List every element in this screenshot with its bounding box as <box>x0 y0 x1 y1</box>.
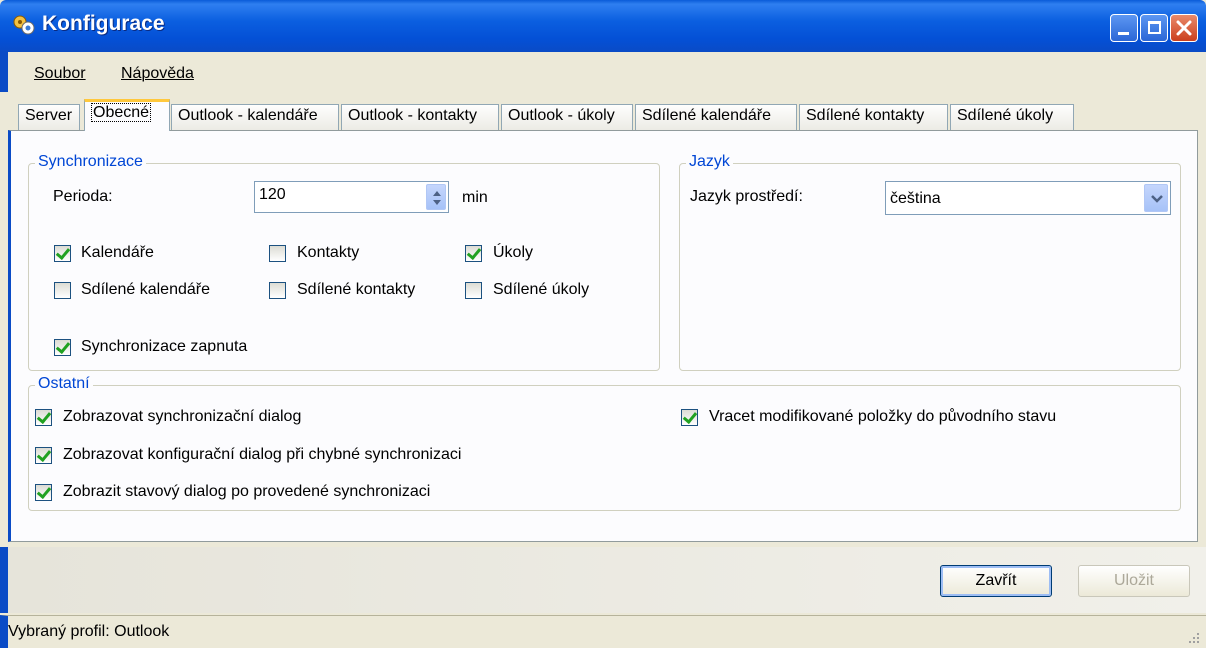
checkbox-show-config-dialog-label[interactable]: Zobrazovat konfigurační dialog při chybn… <box>63 446 461 464</box>
tab-server[interactable]: Server <box>18 104 80 130</box>
minimize-icon <box>1118 32 1129 35</box>
status-bar: Vybraný profil: Outlook <box>0 615 1206 648</box>
checkbox-ukoly-label[interactable]: Úkoly <box>493 244 533 262</box>
sync-group-title: Synchronizace <box>35 153 146 171</box>
period-spin-buttons[interactable] <box>426 184 446 210</box>
tab-outlook-ukoly[interactable]: Outlook - úkoly <box>501 104 633 130</box>
checkbox-show-sync-dialog-label[interactable]: Zobrazovat synchronizační dialog <box>63 408 301 426</box>
checkbox-sdilene-kalendare-label[interactable]: Sdílené kalendáře <box>81 281 210 299</box>
checkbox-synchronizace-zapnuta[interactable] <box>54 339 71 356</box>
spin-arrows-icon <box>433 191 441 205</box>
language-group: Jazyk Jazyk prostředí: čeština <box>679 153 1181 371</box>
checkbox-revert-modified[interactable] <box>681 409 698 426</box>
sync-group: Synchronizace Perioda: 120 min Kalendáře <box>28 153 660 371</box>
client-area: Soubor Nápověda Server Obecné Outlook - … <box>0 52 1206 648</box>
configuration-window: Konfigurace Soubor Nápověda Server Obecn… <box>0 0 1206 648</box>
save-button[interactable]: Uložit <box>1078 565 1190 597</box>
checkbox-kontakty[interactable] <box>269 245 286 262</box>
tab-panel-obecne: Synchronizace Perioda: 120 min Kalendáře <box>8 130 1198 542</box>
language-label: Jazyk prostředí: <box>690 188 803 205</box>
checkbox-kalendare-label[interactable]: Kalendáře <box>81 244 154 262</box>
menu-napoveda[interactable]: Nápověda <box>121 65 194 83</box>
checkbox-show-status-dialog-label[interactable]: Zobrazit stavový dialog po provedené syn… <box>63 483 430 501</box>
checkbox-sdilene-ukoly[interactable] <box>465 282 482 299</box>
maximize-button[interactable] <box>1140 14 1168 42</box>
checkbox-sdilene-ukoly-label[interactable]: Sdílené úkoly <box>493 281 589 299</box>
resize-grip-icon[interactable] <box>1188 632 1200 644</box>
checkbox-ukoly[interactable] <box>465 245 482 262</box>
status-text: Vybraný profil: Outlook <box>8 623 170 640</box>
checkbox-sdilene-kontakty[interactable] <box>269 282 286 299</box>
tab-sdilene-ukoly[interactable]: Sdílené úkoly <box>950 104 1074 130</box>
menu-soubor[interactable]: Soubor <box>34 65 86 83</box>
minimize-button[interactable] <box>1110 14 1138 42</box>
app-icon <box>13 15 35 35</box>
chevron-down-icon <box>1151 195 1163 203</box>
checkbox-show-config-dialog[interactable] <box>35 447 52 464</box>
close-icon <box>1176 20 1192 36</box>
period-unit: min <box>462 189 488 206</box>
tab-obecne-label: Obecné <box>91 103 152 122</box>
tab-obecne[interactable]: Obecné <box>84 99 170 131</box>
checkbox-show-sync-dialog[interactable] <box>35 409 52 426</box>
language-select-value: čeština <box>890 190 941 207</box>
window-title: Konfigurace <box>42 12 165 35</box>
tab-sdilene-kontakty[interactable]: Sdílené kontakty <box>799 104 948 130</box>
period-value: 120 <box>259 186 286 203</box>
checkbox-show-status-dialog[interactable] <box>35 484 52 501</box>
checkbox-revert-modified-label[interactable]: Vracet modifikované položky do původního… <box>709 408 1056 426</box>
period-label: Perioda: <box>53 188 113 205</box>
checkbox-kalendare[interactable] <box>54 245 71 262</box>
button-area: Zavřít Uložit <box>0 547 1206 613</box>
other-group-title: Ostatní <box>35 375 93 393</box>
checkbox-sdilene-kalendare[interactable] <box>54 282 71 299</box>
period-spinner[interactable]: 120 <box>254 181 449 213</box>
close-button[interactable]: Zavřít <box>940 565 1052 597</box>
menu-bar: Soubor Nápověda <box>0 52 1206 92</box>
close-window-button[interactable] <box>1170 14 1198 42</box>
checkbox-kontakty-label[interactable]: Kontakty <box>297 244 359 262</box>
language-dropdown-button[interactable] <box>1144 184 1168 212</box>
other-group: Ostatní Zobrazovat synchronizační dialog… <box>28 375 1181 511</box>
language-group-title: Jazyk <box>686 153 733 171</box>
maximize-icon <box>1148 21 1161 34</box>
tab-outlook-kontakty[interactable]: Outlook - kontakty <box>341 104 499 130</box>
tab-sdilene-kalendare[interactable]: Sdílené kalendáře <box>635 104 797 130</box>
language-select[interactable]: čeština <box>885 181 1171 215</box>
checkbox-sdilene-kontakty-label[interactable]: Sdílené kontakty <box>297 281 415 299</box>
tab-outlook-kalendare[interactable]: Outlook - kalendáře <box>171 104 339 130</box>
checkbox-synchronizace-zapnuta-label[interactable]: Synchronizace zapnuta <box>81 338 247 356</box>
title-bar[interactable]: Konfigurace <box>0 0 1206 52</box>
